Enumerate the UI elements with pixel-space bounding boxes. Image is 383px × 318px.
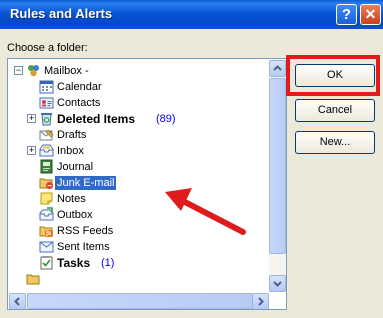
rules-and-alerts-dialog: Rules and Alerts ? ✕ Choose a folder: − … — [0, 0, 383, 318]
red-arrow-annotation — [165, 188, 246, 235]
